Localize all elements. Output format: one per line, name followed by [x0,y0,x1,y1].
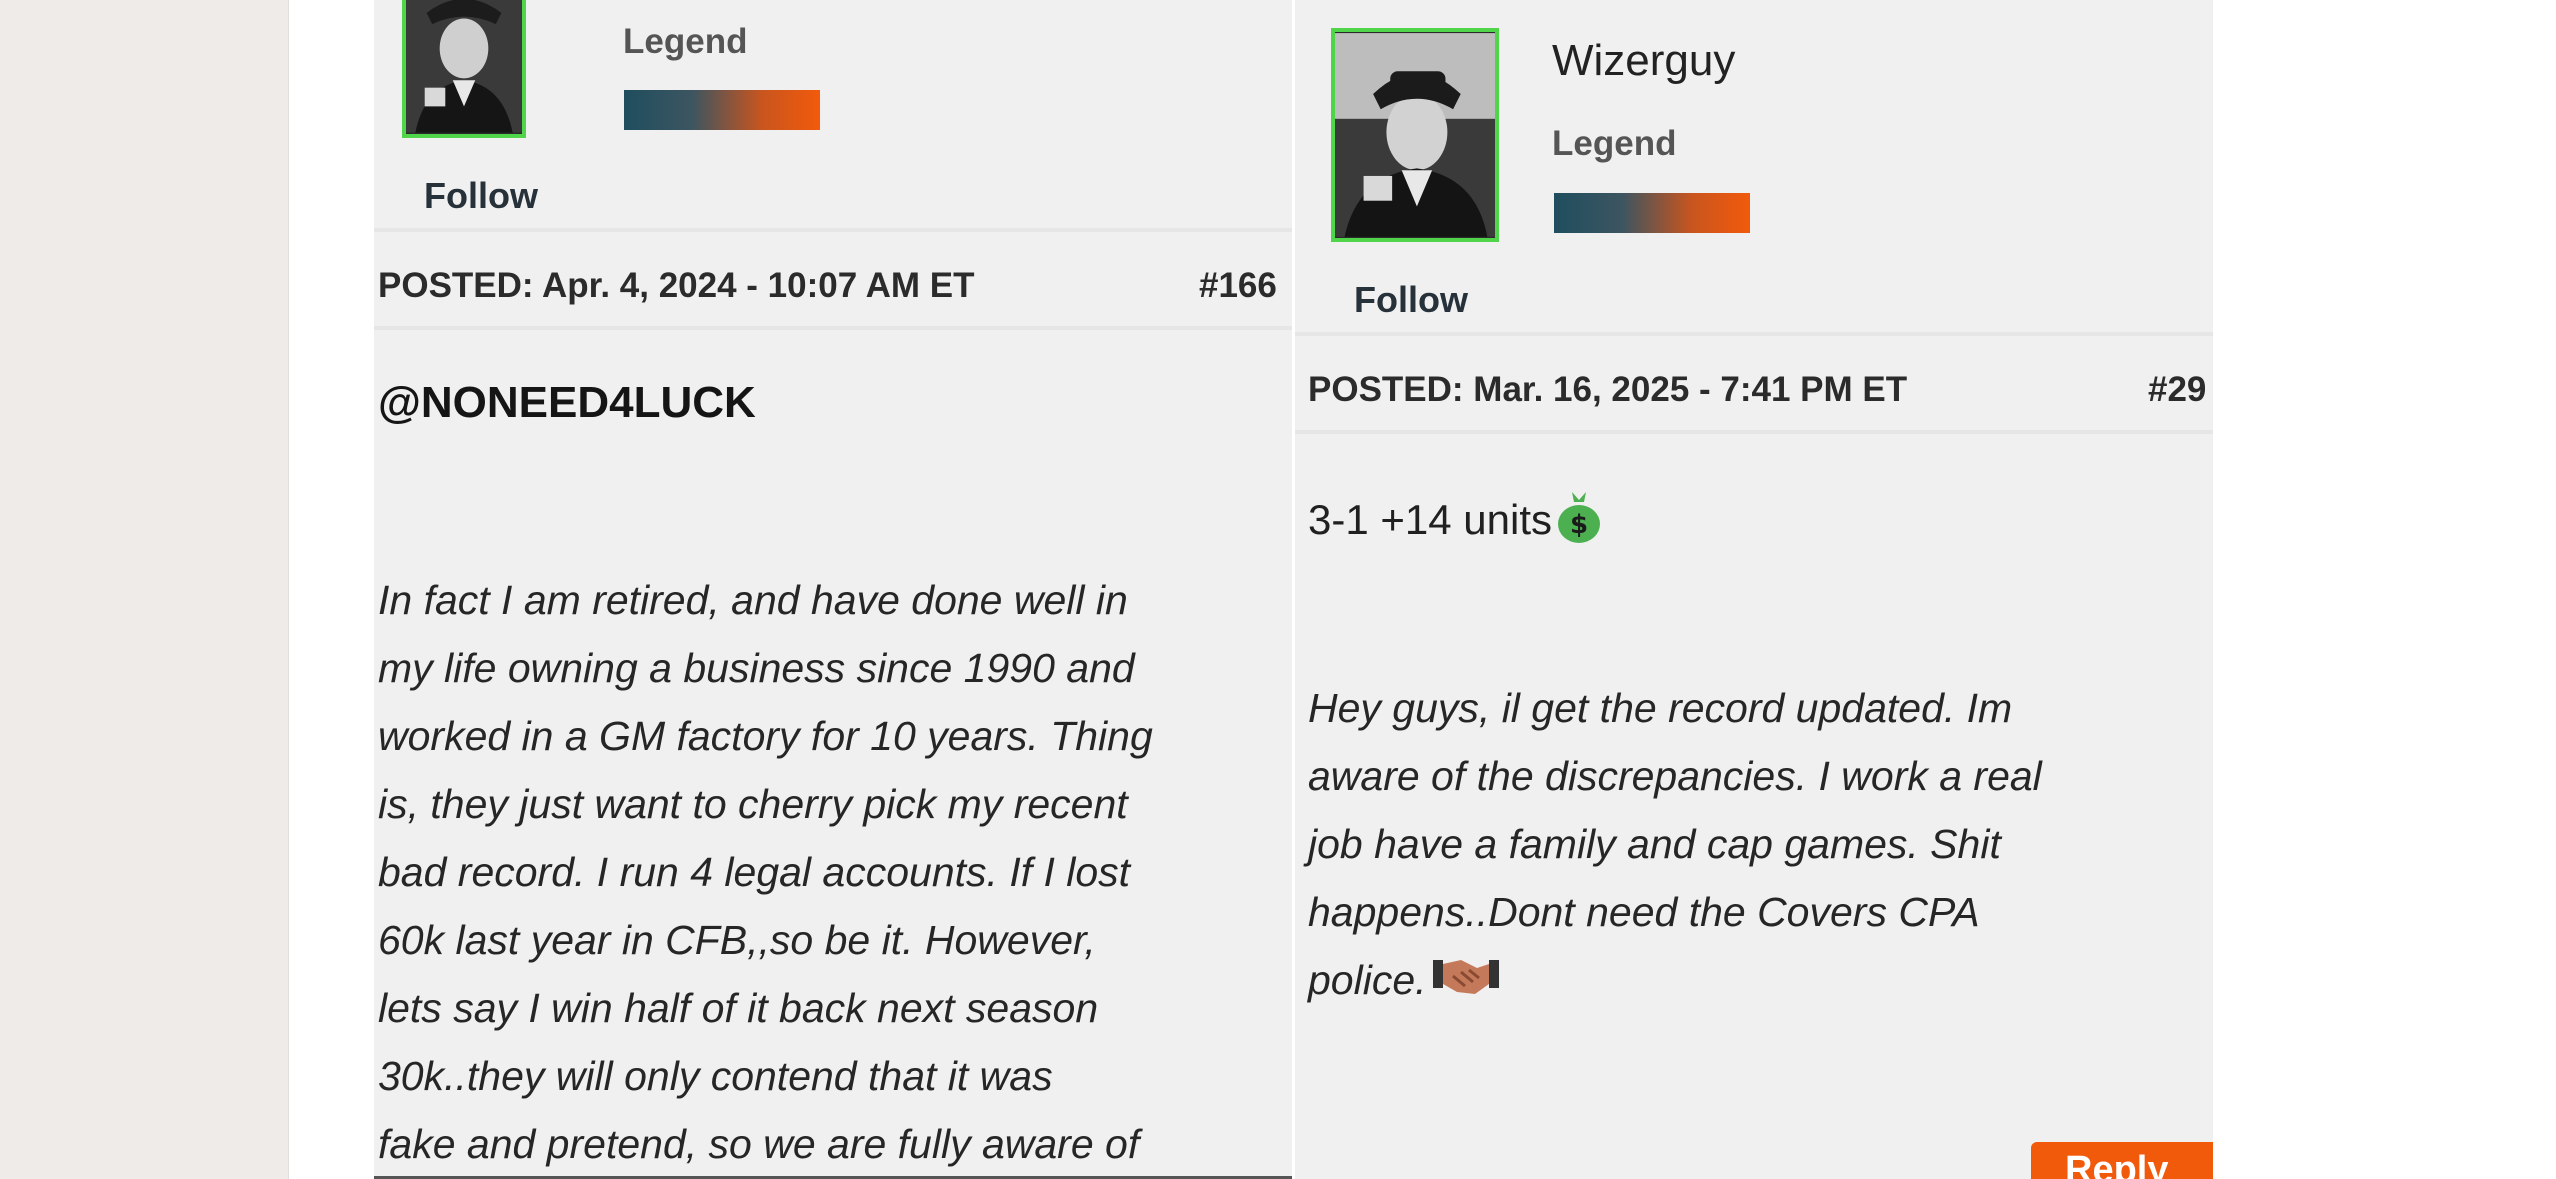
post-body-line: In fact I am retired, and have done well… [378,577,1128,623]
post-body-line: Hey guys, il get the record updated. Im [1308,685,2013,731]
username[interactable]: Wizerguy [1552,36,1735,86]
post-body-line: bad record. I run 4 legal accounts. If I… [378,849,1131,895]
user-rank: Legend [1552,124,1677,163]
svg-text:$: $ [1570,510,1588,540]
reply-button[interactable]: Reply [2031,1142,2213,1179]
post-body-line: police. [1308,957,1427,1003]
post-body-line: fake and pretend, so we are fully aware … [378,1121,1140,1167]
post-body-line: is, they just want to cherry pick my rec… [378,781,1128,827]
avatar-portrait-image [406,0,522,133]
rank-progress-bar [1554,193,1750,233]
post-body-line: lets say I win half of it back next seas… [378,985,1099,1031]
avatar-portrait-image [1335,33,1495,237]
post-body-line: 60k last year in CFB,,so be it. However, [378,917,1096,963]
handshake-icon [1432,960,1499,994]
post-timestamp: POSTED: Mar. 16, 2025 - 7:41 PM ET [1308,370,1908,409]
divider [374,228,1292,232]
post-body: In fact I am retired, and have done well… [378,566,1292,1178]
post-number-link[interactable]: #29 [2148,370,2206,410]
post-body: Hey guys, il get the record updated. Im … [1308,674,2208,1014]
page-left-gutter [0,0,289,1179]
post-screenshot-right: Wizerguy Legend Follow POSTED: Mar. 16, … [1295,0,2213,1179]
divider [374,326,1292,330]
post-number-link[interactable]: #166 [1199,266,1277,306]
user-mention[interactable]: @NONEED4LUCK [378,378,756,428]
user-avatar[interactable] [1331,28,1499,242]
record-line: 3-1 +14 units $ [1308,486,1604,544]
post-timestamp: POSTED: Apr. 4, 2024 - 10:07 AM ET [378,266,975,305]
user-rank: Legend [623,22,748,61]
money-bag-icon: $ [1558,492,1601,543]
post-body-line: 30k..they will only contend that it was [378,1053,1053,1099]
post-body-line: aware of the discrepancies. I work a rea… [1308,753,2042,799]
follow-button[interactable]: Follow [1354,279,1468,321]
post-body-line-last: police. [1308,946,2208,1014]
post-body-line: job have a family and cap games. Shit [1308,821,2001,867]
record-text: 3-1 +14 units [1308,496,1553,543]
post-body-line: my life owning a business since 1990 and [378,645,1135,691]
rank-progress-bar [624,90,820,130]
follow-button[interactable]: Follow [424,175,538,217]
user-avatar[interactable] [402,0,526,138]
post-screenshot-left: Legend Follow POSTED: Apr. 4, 2024 - 10:… [374,0,1292,1179]
post-body-line: worked in a GM factory for 10 years. Thi… [378,713,1153,759]
post-body-line: happens..Dont need the Covers CPA [1308,889,1980,935]
divider [1295,430,2213,434]
divider [1295,332,2213,336]
